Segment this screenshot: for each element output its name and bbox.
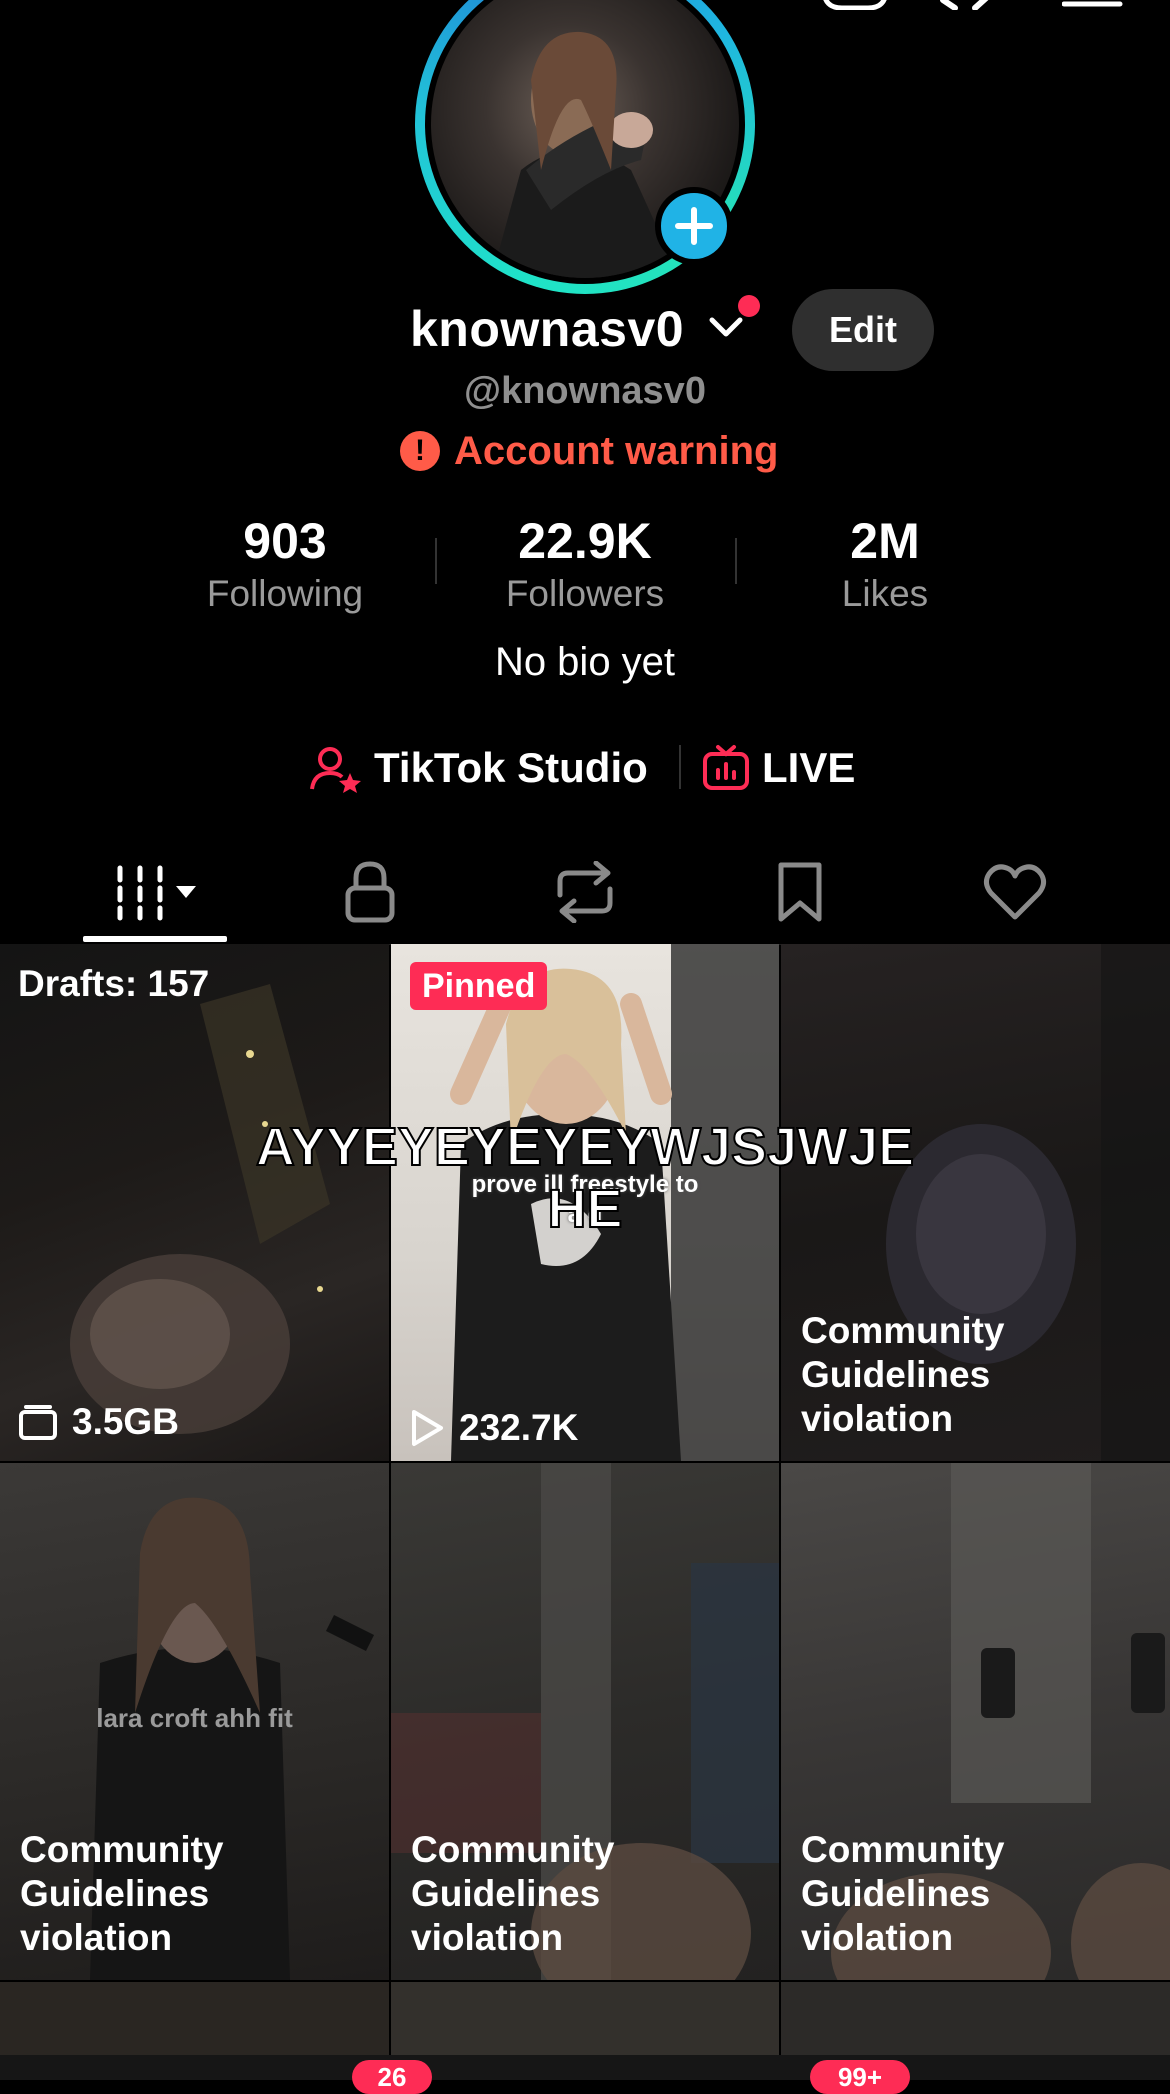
live-button[interactable]: LIVE (702, 738, 855, 798)
video-tile[interactable] (0, 1982, 389, 2062)
grid-icon (117, 865, 196, 921)
calendar-icon[interactable] (820, 0, 890, 15)
overlay-caption-line1: AYYEYEYEYEYWJSJWJE (255, 1116, 915, 1178)
violation-label-line1: Community (20, 1829, 224, 1870)
tiktok-studio-label: TikTok Studio (374, 744, 648, 791)
bottom-nav (0, 2055, 1170, 2080)
tiktok-studio-button[interactable]: TikTok Studio (310, 738, 648, 798)
back-icon[interactable] (40, 0, 120, 15)
stat-following[interactable]: 903 Following (155, 510, 415, 616)
pinned-views-count: 232.7K (459, 1407, 579, 1448)
pinned-badge: Pinned (410, 962, 548, 1010)
violation-label-line3: violation (801, 1917, 954, 1958)
badge-count: 99+ (837, 2062, 883, 2092)
account-warning-label: Account warning (454, 428, 779, 473)
video-tile[interactable] (391, 1982, 779, 2062)
video-tile-violation[interactable]: lara croft ahh fit Community Guidelines … (0, 1463, 389, 1980)
drafts-storage-icon (19, 1405, 57, 1440)
violation-label-line1: Community (801, 1829, 1005, 1870)
violation-label: Community Guidelines violation (411, 1828, 615, 1960)
stat-value: 2M (850, 513, 920, 569)
lock-icon (345, 861, 395, 923)
studio-icon (310, 747, 361, 793)
violation-label-line2: Guidelines (801, 1354, 991, 1395)
violation-label: Community Guidelines violation (801, 1828, 1005, 1960)
menu-icon[interactable] (1061, 0, 1124, 15)
inbox-badge: 99+ (810, 2060, 910, 2094)
overlay-caption-line2: HE (546, 1178, 623, 1240)
drafts-size: 3.5GB (18, 1401, 179, 1443)
footprint-icon[interactable] (935, 0, 1005, 15)
video-tile-violation[interactable]: Community Guidelines violation (391, 1463, 779, 1980)
violation-label-line1: Community (411, 1829, 615, 1870)
tab-videos[interactable] (83, 840, 227, 944)
violation-label-line2: Guidelines (411, 1873, 601, 1914)
badge-count: 26 (377, 2062, 407, 2092)
stat-followers[interactable]: 22.9K Followers (455, 510, 715, 616)
stat-value: 22.9K (518, 513, 652, 569)
drafts-size-label: 3.5GB (72, 1401, 179, 1442)
add-story-button[interactable] (655, 187, 733, 265)
tools-divider (679, 745, 681, 789)
live-tv-icon (703, 745, 749, 790)
stat-label: Followers (505, 573, 665, 614)
bio-text[interactable]: No bio yet (0, 640, 1170, 685)
user-handle: @knownasv0 (464, 370, 706, 412)
tab-liked[interactable] (965, 840, 1065, 944)
active-tab-indicator (83, 936, 227, 942)
violation-label-line2: Guidelines (801, 1873, 991, 1914)
chevron-down-icon[interactable] (708, 312, 744, 347)
repost-icon (557, 861, 613, 923)
drafts-count: Drafts: 157 (18, 963, 210, 1004)
violation-label: Community Guidelines violation (801, 1309, 1005, 1441)
play-icon (412, 1410, 443, 1446)
violation-label: Community Guidelines violation (20, 1828, 224, 1960)
video-caption: lara croft ahh fit (96, 1703, 293, 1733)
live-label: LIVE (762, 744, 856, 791)
stat-label: Likes (841, 573, 929, 614)
notification-dot (738, 295, 760, 317)
account-warning[interactable]: ! Account warning (400, 426, 778, 476)
stat-likes[interactable]: 2M Likes (755, 510, 1015, 616)
tab-favorites[interactable] (750, 840, 850, 944)
overlay-caption: AYYEYEYEYEYWJSJWJE HE (0, 1116, 1170, 1240)
edit-profile-button[interactable]: Edit (792, 289, 934, 371)
violation-label-line1: Community (801, 1310, 1005, 1351)
violation-label-line2: Guidelines (20, 1873, 210, 1914)
stat-value: 903 (243, 513, 327, 569)
pinned-views: 232.7K (409, 1407, 578, 1449)
stat-label: Following (206, 573, 364, 614)
username[interactable]: knownasv0 (410, 300, 684, 358)
profile-tabs (0, 840, 1170, 945)
video-tile-violation[interactable]: Community Guidelines violation (781, 1463, 1170, 1980)
home-badge: 26 (352, 2060, 432, 2094)
tab-reposts[interactable] (535, 840, 635, 944)
warning-icon: ! (400, 431, 440, 471)
stat-divider (435, 538, 437, 584)
video-tile[interactable] (781, 1982, 1170, 2062)
plus-icon (675, 207, 713, 245)
bookmark-icon (778, 862, 822, 922)
violation-label-line3: violation (411, 1917, 564, 1958)
violation-label-line3: violation (801, 1398, 954, 1439)
violation-label-line3: violation (20, 1917, 173, 1958)
tab-private[interactable] (320, 840, 420, 944)
heart-icon (983, 864, 1047, 920)
stat-divider (735, 538, 737, 584)
